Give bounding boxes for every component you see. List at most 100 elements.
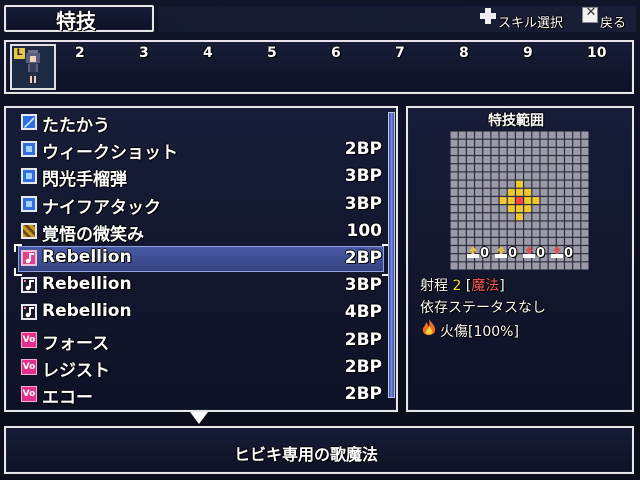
range-cell — [491, 262, 499, 270]
range-cell — [532, 188, 540, 196]
range-cell — [458, 147, 466, 155]
range-cell — [507, 164, 515, 172]
range-cell — [524, 229, 532, 237]
party-slot-1[interactable]: L — [10, 44, 56, 90]
skill-description: ヒビキ専用の歌魔法 — [234, 445, 379, 464]
range-cell — [458, 197, 466, 204]
sparkle-note-icon — [21, 277, 37, 293]
range-cell — [475, 188, 483, 196]
range-cell — [483, 237, 491, 245]
range-cell — [581, 246, 589, 254]
range-cell — [565, 156, 573, 164]
range-cell — [548, 139, 556, 147]
range-cell — [450, 164, 458, 172]
range-cell — [581, 229, 589, 237]
character-avatar — [26, 50, 40, 83]
range-cell — [499, 221, 507, 229]
range-cell — [573, 229, 581, 237]
skill-select-hint[interactable]: スキル選択 — [498, 12, 563, 31]
range-cell — [524, 131, 532, 139]
party-slot-7[interactable]: 7 — [395, 45, 405, 61]
range-cell — [556, 188, 564, 196]
range-cell — [483, 197, 491, 204]
party-slot-4[interactable]: 4 — [203, 45, 213, 61]
range-cell — [491, 139, 499, 147]
sparkle-note-icon — [21, 304, 37, 320]
skill-row[interactable]: Rebellion 3BP — [18, 273, 384, 299]
range-cell — [540, 180, 548, 188]
range-cell — [516, 131, 523, 139]
skill-row[interactable]: 覚悟の微笑み 100 — [18, 219, 384, 245]
fire-icon — [422, 319, 436, 336]
stat-arrow-icon — [494, 244, 508, 258]
range-cell — [573, 131, 581, 139]
range-cell — [516, 262, 523, 270]
range-cell — [516, 156, 523, 164]
range-cell — [450, 205, 458, 213]
range-cell — [573, 197, 581, 204]
skill-row[interactable]: Vo レジスト 2BP — [18, 355, 384, 381]
scroll-down-arrow[interactable] — [190, 412, 208, 424]
range-cell — [475, 131, 483, 139]
range-cell — [491, 164, 499, 172]
range-line: 射程 2 [魔法] — [420, 275, 505, 295]
range-cell — [516, 205, 523, 213]
skill-cost: 3BP — [344, 166, 382, 186]
skill-row[interactable]: Vo エコー 2BP — [18, 382, 384, 408]
skill-row[interactable]: ウィークショット 2BP — [18, 137, 384, 163]
blue-square-icon — [21, 168, 37, 184]
party-slot-6[interactable]: 6 — [331, 45, 341, 61]
range-cell — [475, 262, 483, 270]
range-cell — [499, 197, 507, 204]
skill-row[interactable]: Rebellion 4BP — [18, 300, 384, 326]
skill-row[interactable]: 閃光手榴弾 3BP — [18, 164, 384, 190]
skill-row[interactable]: Vo フォース 2BP — [18, 328, 384, 354]
skill-row[interactable]: ナイフアタック 3BP — [18, 192, 384, 218]
stat-value: 0 — [480, 246, 490, 261]
range-cell — [548, 188, 556, 196]
range-cell — [581, 221, 589, 229]
range-cell — [516, 213, 523, 221]
party-slot-10[interactable]: 10 — [587, 45, 606, 61]
range-cell — [466, 197, 474, 204]
range-cell — [524, 205, 532, 213]
range-cell — [458, 246, 466, 254]
party-bar — [4, 40, 634, 94]
range-cell — [491, 221, 499, 229]
range-cell — [581, 147, 589, 155]
party-slot-3[interactable]: 3 — [139, 45, 149, 61]
range-cell — [556, 147, 564, 155]
back-hint[interactable]: 戻る — [600, 12, 626, 31]
range-cell — [540, 156, 548, 164]
range-cell — [548, 164, 556, 172]
range-cell — [548, 156, 556, 164]
range-cell — [450, 172, 458, 180]
range-cell — [532, 197, 540, 204]
range-cell — [507, 221, 515, 229]
skill-name: フォース — [42, 334, 110, 354]
party-slot-9[interactable]: 9 — [523, 45, 533, 61]
party-slot-5[interactable]: 5 — [267, 45, 277, 61]
party-slot-8[interactable]: 8 — [459, 45, 469, 61]
range-cell — [458, 188, 466, 196]
skill-name: Rebellion — [42, 274, 132, 294]
range-cell — [548, 180, 556, 188]
range-cell — [573, 205, 581, 213]
range-cell — [548, 262, 556, 270]
range-cell — [483, 164, 491, 172]
range-cell — [573, 180, 581, 188]
range-cell — [540, 147, 548, 155]
range-cell — [548, 229, 556, 237]
skill-cost: 3BP — [344, 194, 382, 214]
range-cell — [507, 139, 515, 147]
party-slot-2[interactable]: 2 — [75, 45, 85, 61]
range-cell — [507, 188, 515, 196]
range-cell — [466, 205, 474, 213]
scrollbar[interactable] — [388, 112, 395, 398]
skill-row[interactable]: Rebellion 2BP — [18, 246, 384, 272]
skill-name: ナイフアタック — [42, 198, 161, 218]
range-cell — [499, 139, 507, 147]
skill-row[interactable]: たたかう — [18, 110, 384, 136]
range-cell — [499, 205, 507, 213]
range-cell — [556, 131, 564, 139]
